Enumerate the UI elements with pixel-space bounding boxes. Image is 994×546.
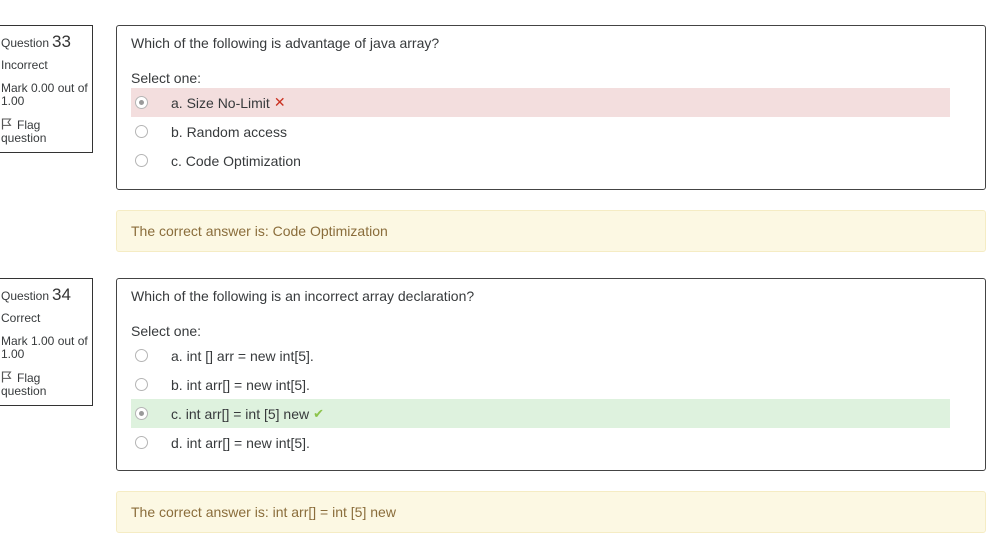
question-text: Which of the following is an incorrect a… (131, 288, 475, 304)
radio-button[interactable] (135, 407, 148, 420)
question-content: Which of the following is advantage of j… (116, 25, 986, 190)
question-state: Correct (1, 311, 41, 325)
question-grade: Mark 1.00 out of 1.00 (1, 334, 88, 361)
option-label: a. Size No-Limit (171, 94, 270, 111)
radio-button[interactable] (135, 349, 148, 362)
question-info: Question 34 Correct Mark 1.00 out of 1.0… (0, 278, 93, 406)
option-label: b. Random access (171, 123, 287, 140)
answer-option-b[interactable]: b. Random access (131, 117, 950, 146)
answer-options: a. Size No-Limit ✕ b. Random access c. C… (131, 88, 950, 175)
question-info: Question 33 Incorrect Mark 0.00 out of 1… (0, 25, 93, 153)
flag-icon (1, 118, 12, 130)
answer-option-a[interactable]: a. int [] arr = new int[5]. (131, 341, 950, 370)
option-label: a. int [] arr = new int[5]. (171, 347, 314, 364)
select-one-prompt: Select one: (131, 70, 202, 86)
question-label: Question (1, 289, 50, 303)
check-icon: ✔ (313, 405, 325, 421)
option-label: d. int arr[] = new int[5]. (171, 434, 310, 451)
question-label: Question (1, 36, 50, 50)
option-label: c. int arr[] = int [5] new (171, 405, 310, 422)
answer-option-b[interactable]: b. int arr[] = new int[5]. (131, 370, 950, 399)
question-text: Which of the following is advantage of j… (131, 35, 440, 51)
radio-button[interactable] (135, 154, 148, 167)
question-number: 33 (52, 32, 71, 51)
question-state: Incorrect (1, 58, 48, 72)
question-number: 34 (52, 285, 71, 304)
cross-icon: ✕ (273, 94, 286, 110)
answer-option-c[interactable]: c. int arr[] = int [5] new ✔ (131, 399, 950, 428)
question-grade: Mark 0.00 out of 1.00 (1, 81, 88, 108)
correct-answer-feedback: The correct answer is: Code Optimization (116, 210, 986, 252)
flag-question-link[interactable]: Flag question (1, 118, 88, 145)
answer-option-d[interactable]: d. int arr[] = new int[5]. (131, 428, 950, 457)
answer-option-c[interactable]: c. Code Optimization (131, 146, 950, 175)
answer-options: a. int [] arr = new int[5]. b. int arr[]… (131, 341, 950, 457)
radio-button[interactable] (135, 125, 148, 138)
question-content: Which of the following is an incorrect a… (116, 278, 986, 471)
select-one-prompt: Select one: (131, 323, 202, 339)
correct-answer-feedback: The correct answer is: int arr[] = int [… (116, 491, 986, 533)
radio-button[interactable] (135, 436, 148, 449)
answer-option-a[interactable]: a. Size No-Limit ✕ (131, 88, 950, 117)
radio-button[interactable] (135, 378, 148, 391)
option-label: c. Code Optimization (171, 152, 301, 169)
flag-icon (1, 371, 12, 383)
radio-button[interactable] (135, 96, 148, 109)
option-label: b. int arr[] = new int[5]. (171, 376, 310, 393)
flag-question-link[interactable]: Flag question (1, 371, 88, 398)
